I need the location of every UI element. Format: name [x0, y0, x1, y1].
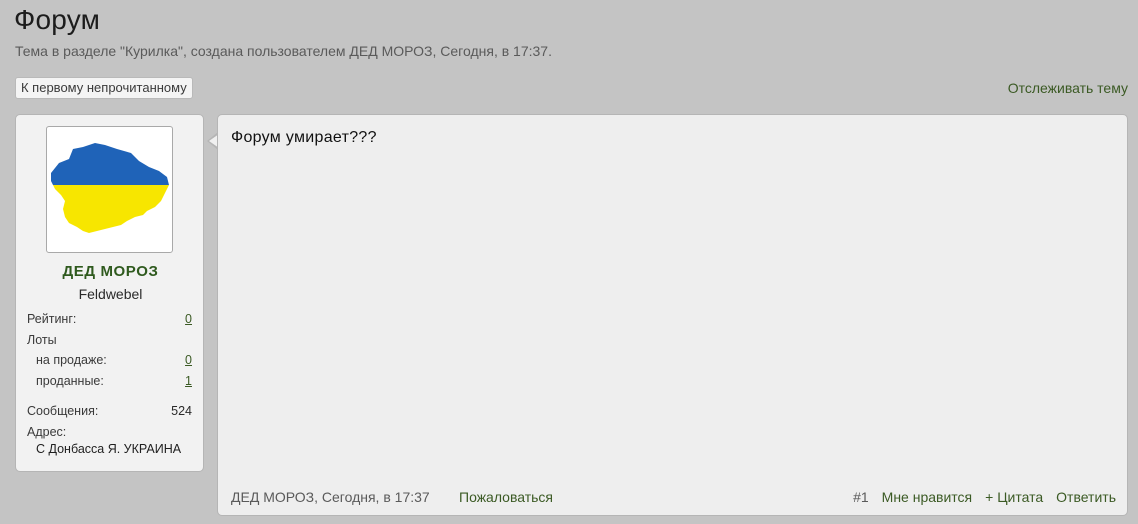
rating-label: Рейтинг:: [27, 312, 77, 326]
on-sale-value-link[interactable]: 0: [185, 353, 192, 367]
address-value: С Донбасса Я. УКРАИНА: [36, 442, 182, 456]
rating-value: 0: [185, 312, 192, 326]
sold-value: 1: [185, 374, 192, 388]
lots-label: Лоты: [27, 333, 57, 347]
post-text: Форум умирает???: [231, 129, 377, 146]
like-link[interactable]: Мне нравится: [882, 489, 972, 505]
flag-bottom-stripe: [51, 185, 169, 233]
page-title: Форум: [14, 4, 101, 35]
user-name-link[interactable]: ДЕД МОРОЗ: [16, 263, 205, 280]
user-info-card: ДЕД МОРОЗ Feldwebel Рейтинг: 0 Лоты на п…: [15, 114, 204, 472]
on-sale-value: 0: [185, 353, 192, 367]
messages-value: 524: [171, 404, 192, 418]
post-author-time[interactable]: ДЕД МОРОЗ, Сегодня, в 17:37: [231, 489, 430, 505]
on-sale-label: на продаже:: [36, 353, 107, 367]
flag-top-stripe: [51, 143, 169, 185]
avatar[interactable]: [46, 126, 173, 253]
crimea-map-avatar-icon: [51, 143, 169, 233]
user-rank: Feldwebel: [78, 286, 143, 302]
page: Форум Тема в разделе "Курилка", создана …: [0, 0, 1138, 524]
reply-link[interactable]: Ответить: [1056, 489, 1116, 505]
watch-thread-link[interactable]: Отслеживать тему: [1008, 80, 1128, 96]
report-link[interactable]: Пожаловаться: [459, 489, 553, 505]
messages-label: Сообщения:: [27, 404, 99, 418]
thread-subtitle: Тема в разделе "Курилка", создана пользо…: [15, 43, 552, 59]
quote-link[interactable]: + Цитата: [985, 489, 1043, 505]
sold-label: проданные:: [36, 374, 104, 388]
rating-value-link[interactable]: 0: [185, 312, 192, 326]
post-number-link[interactable]: #1: [853, 489, 869, 505]
post-actions: #1 Мне нравится + Цитата Ответить: [853, 489, 1116, 505]
sold-value-link[interactable]: 1: [185, 374, 192, 388]
post-message: Форум умирает??? ДЕД МОРОЗ, Сегодня, в 1…: [217, 114, 1128, 516]
address-label: Адрес:: [27, 425, 67, 439]
first-unread-button[interactable]: К первому непрочитанному: [15, 77, 193, 99]
